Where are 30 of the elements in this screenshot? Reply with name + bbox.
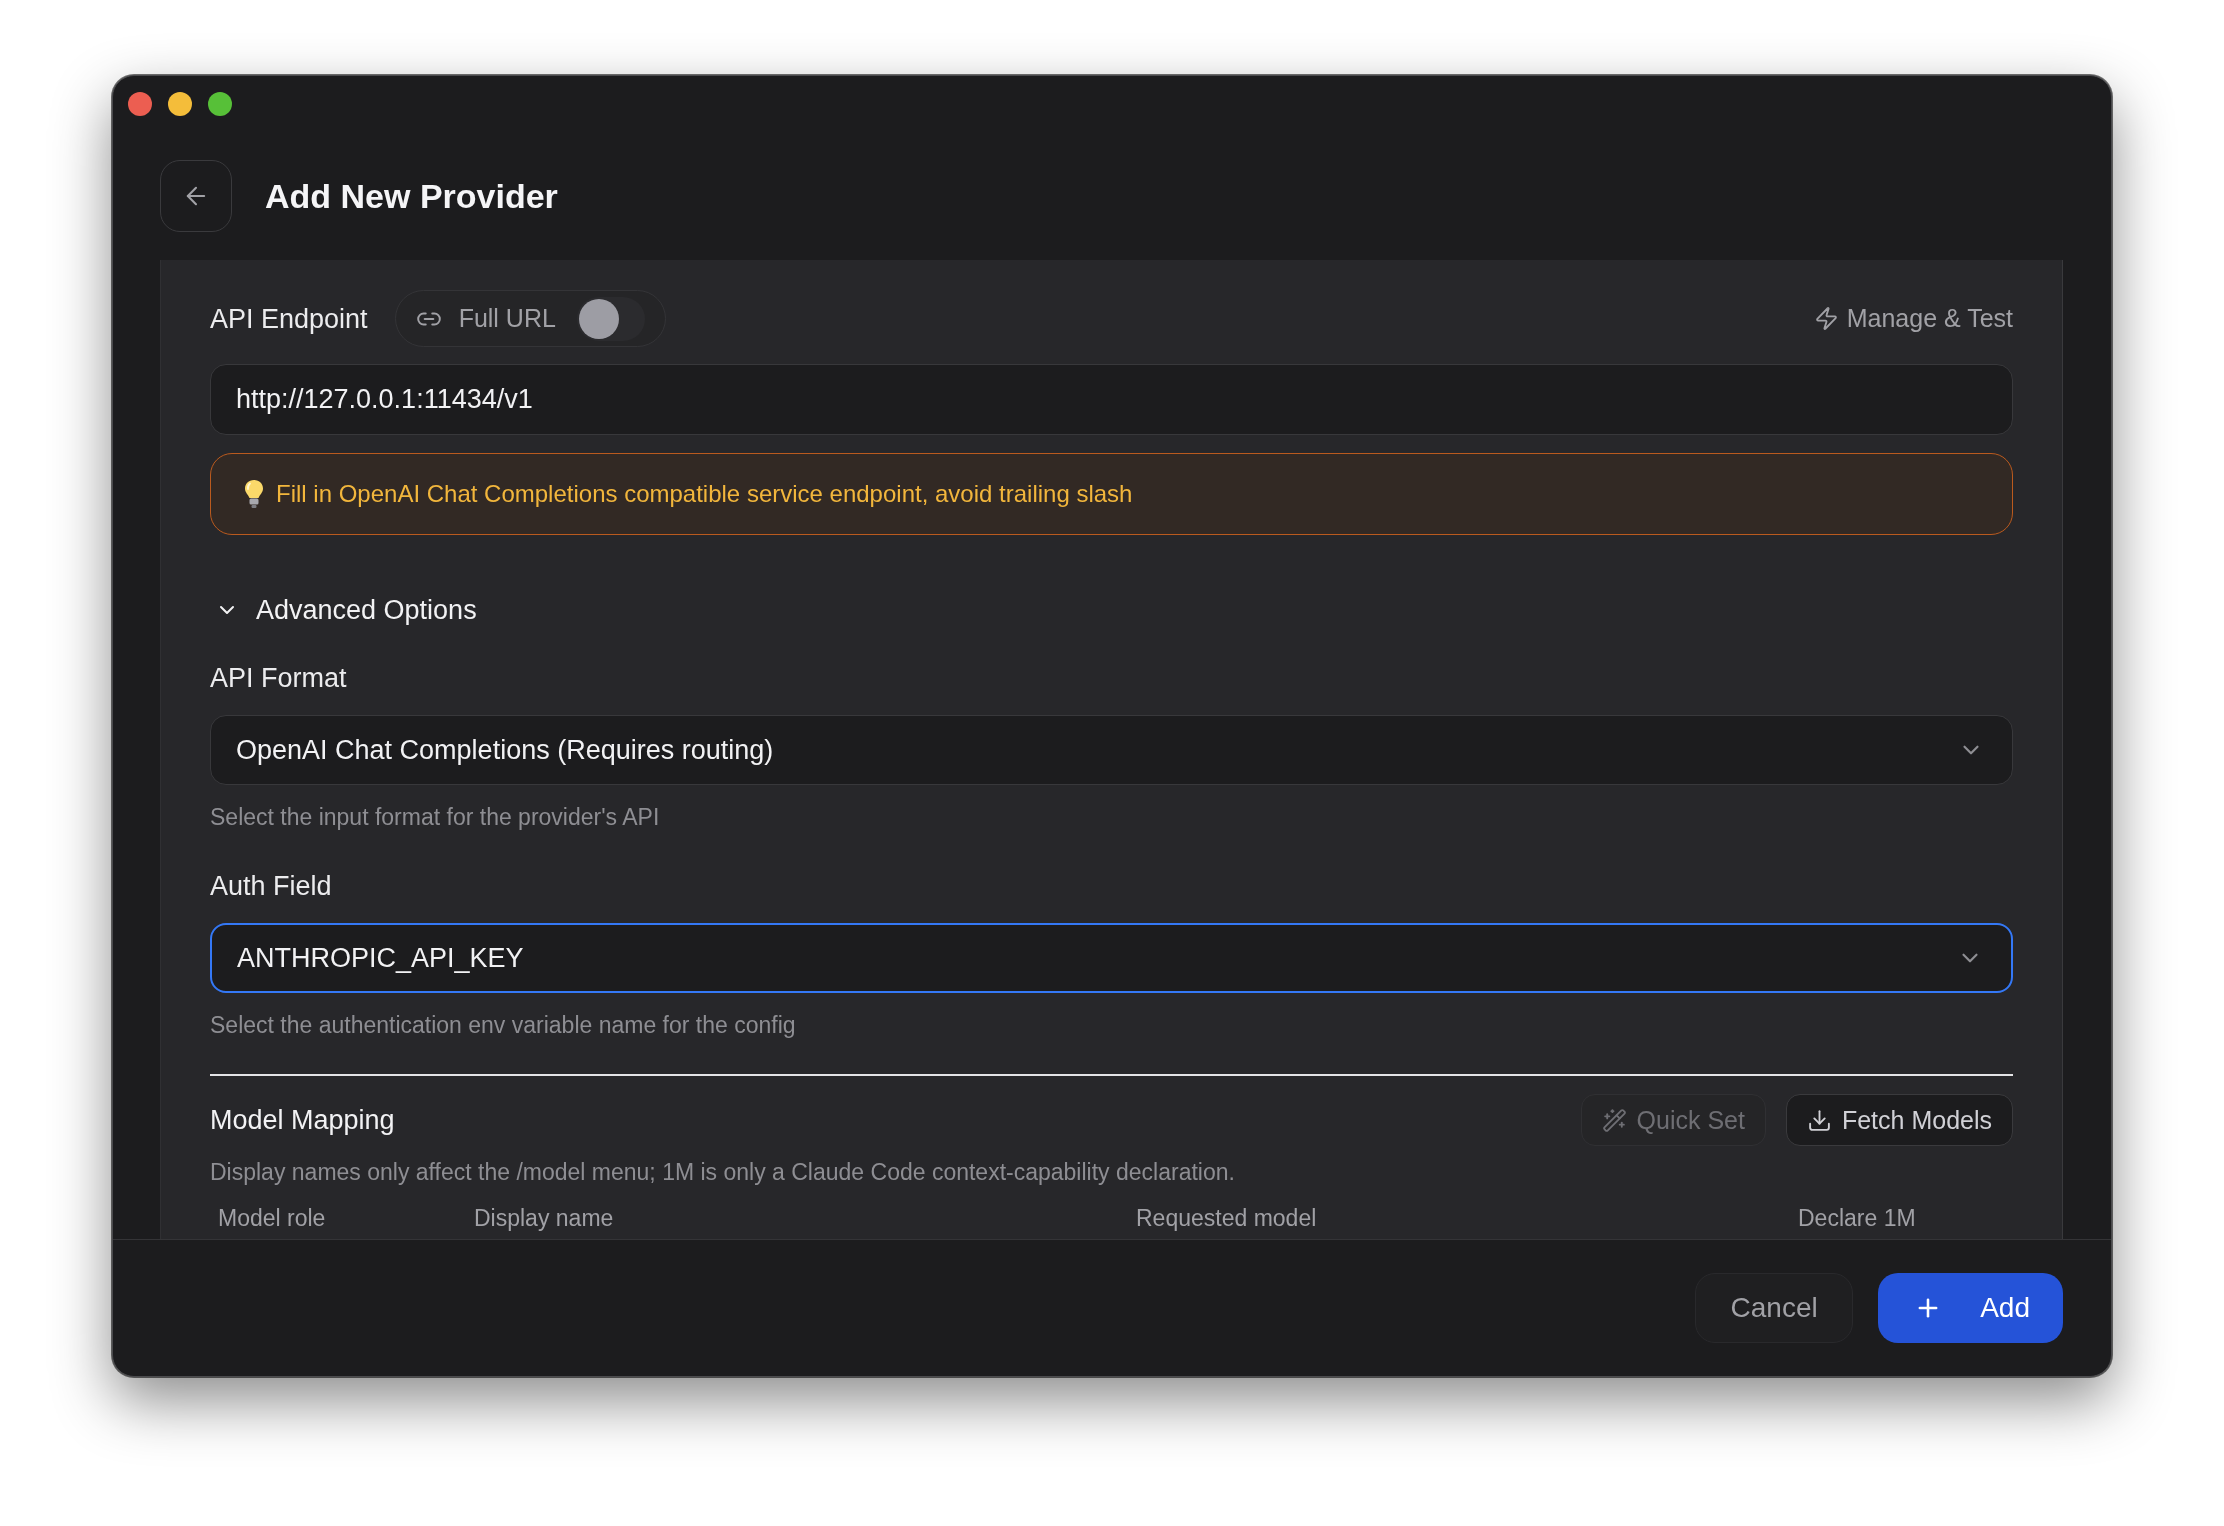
close-icon[interactable] xyxy=(128,92,152,116)
add-button[interactable]: Add xyxy=(1878,1273,2063,1343)
url-input[interactable]: http://127.0.0.1:11434/v1 xyxy=(210,364,2013,435)
description-text: Display names only affect the /model menu; 1M is only a Claude Code context-capability declaration. xyxy=(210,1158,1235,1187)
lightning-icon xyxy=(1813,306,1839,331)
select-field[interactable]: OpenAI Chat Completions (Requires routing) xyxy=(210,715,2013,785)
help-text: Select the authentication env variable name for the config xyxy=(210,1011,796,1040)
download-icon xyxy=(1806,1107,1832,1133)
warning-text: Fill in OpenAI Chat Completions compatible service endpoint, avoid trailing slash xyxy=(276,480,1133,508)
toggle-switch[interactable] xyxy=(576,296,645,341)
maximize-icon[interactable] xyxy=(208,92,232,116)
column-header: Requested model xyxy=(1136,1205,1317,1231)
select-field[interactable]: ANTHROPIC_API_KEY xyxy=(210,923,2013,993)
page-title: Add New Provider xyxy=(265,175,558,217)
fetch-models-button[interactable]: Fetch Models xyxy=(1785,1094,2013,1146)
section-title: Model Mapping xyxy=(210,1104,395,1136)
full-url-toggle[interactable]: Full URL xyxy=(394,290,666,347)
help-text: Select the input format for the provider's API xyxy=(210,803,660,832)
column-header: Model role xyxy=(218,1205,326,1231)
lightbulb-icon xyxy=(244,479,264,509)
cancel-button[interactable]: Cancel xyxy=(1695,1273,1854,1343)
column-header: Declare 1M xyxy=(1798,1205,1916,1231)
field-label: API Endpoint xyxy=(210,302,368,335)
field-label: API Format xyxy=(210,662,347,694)
minimize-icon[interactable] xyxy=(168,92,192,116)
column-header: Display name xyxy=(474,1205,614,1231)
field-label: Auth Field xyxy=(210,870,332,902)
magic-wand-icon xyxy=(1601,1107,1627,1133)
manage-test-button[interactable]: Manage & Test xyxy=(1813,304,2013,333)
advanced-options-toggle[interactable]: Advanced Options xyxy=(210,592,477,628)
